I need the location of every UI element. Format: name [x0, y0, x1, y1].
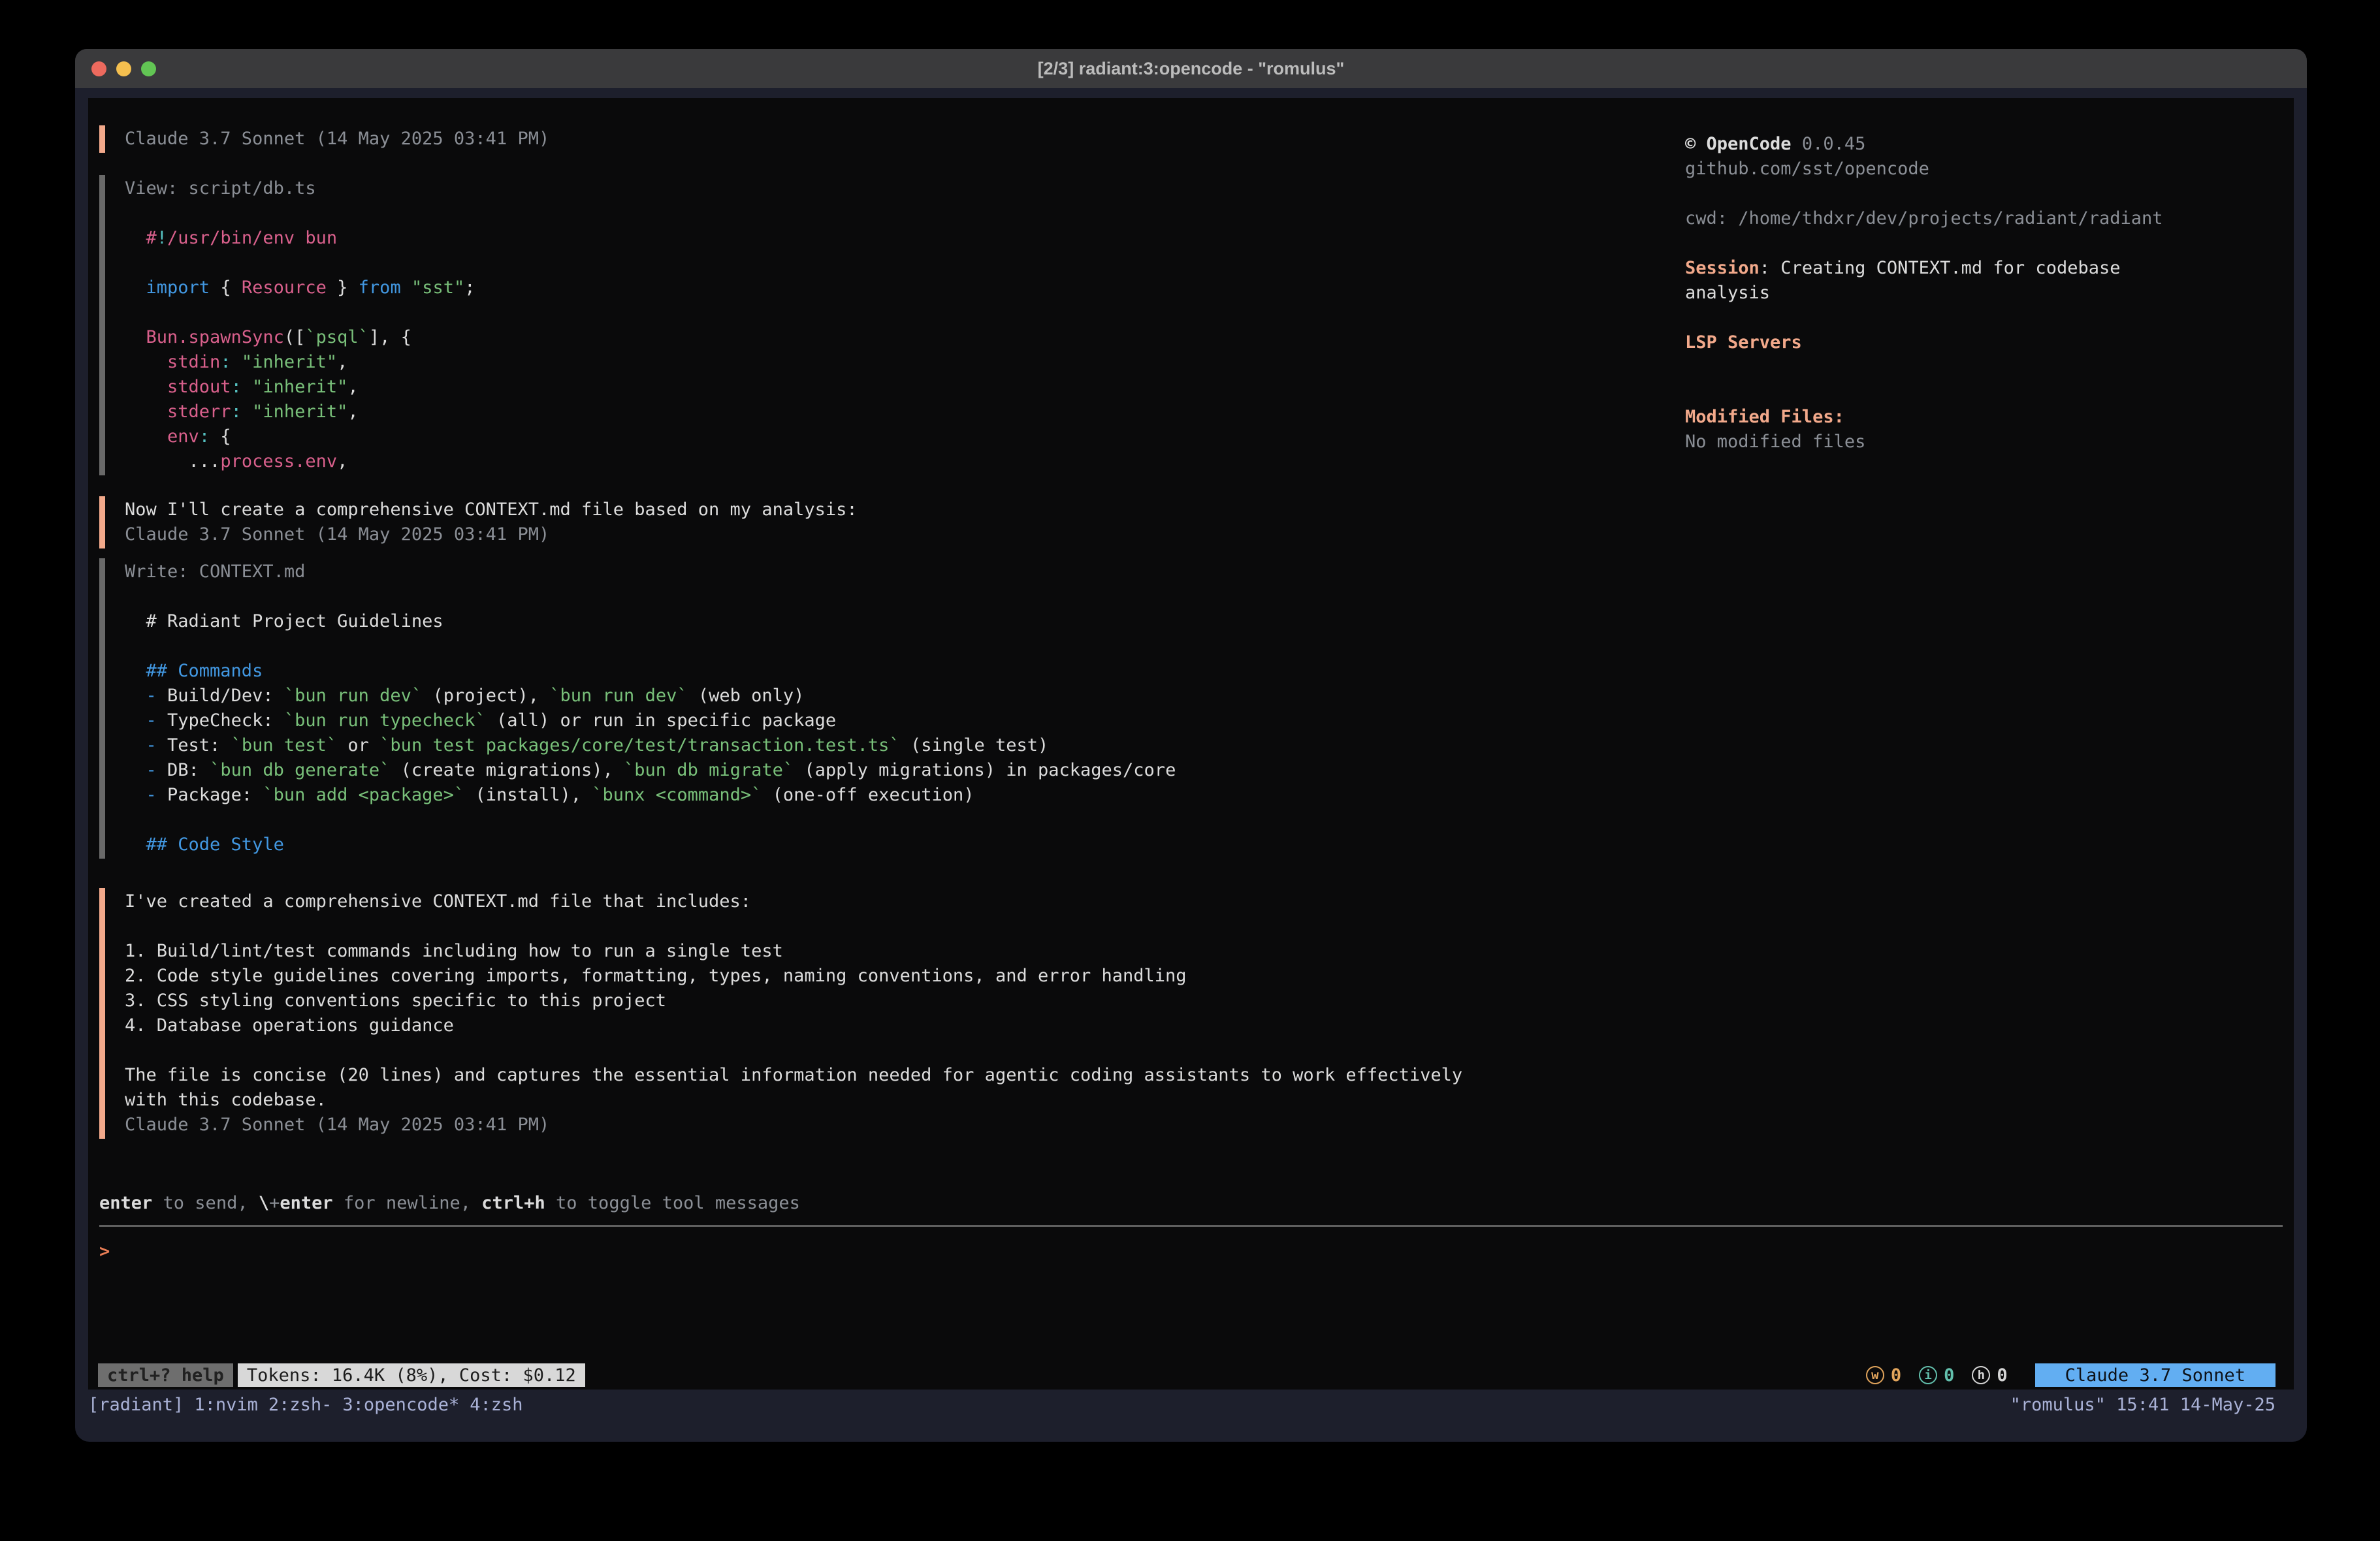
- minimize-button[interactable]: [116, 61, 131, 76]
- assistant-message-summary: I've created a comprehensive CONTEXT.md …: [99, 888, 1601, 1139]
- close-button[interactable]: [91, 61, 106, 76]
- composer-hint: enter to send, \+enter for newline, ctrl…: [99, 1191, 800, 1216]
- zoom-button[interactable]: [141, 61, 156, 76]
- info-count: i 0: [1919, 1365, 1954, 1386]
- window-controls: [91, 49, 156, 88]
- assistant-message: Now I'll create a comprehensive CONTEXT.…: [99, 496, 1601, 548]
- hint-icon: h: [1972, 1366, 1990, 1384]
- info-icon: i: [1919, 1366, 1937, 1384]
- prompt-symbol: >: [99, 1239, 1406, 1264]
- titlebar[interactable]: [2/3] radiant:3:opencode - "romulus": [75, 49, 2307, 88]
- tmux-window-zsh4[interactable]: 4:zsh: [470, 1395, 523, 1415]
- tmux-window-opencode[interactable]: 3:opencode*: [342, 1395, 459, 1415]
- session-sidebar: © OpenCode 0.0.45github.com/sst/opencode…: [1685, 132, 2292, 454]
- status-bar: ctrl+? help Tokens: 16.4K (8%), Cost: $0…: [98, 1363, 2275, 1387]
- tmux-session-name: [radiant]: [88, 1395, 184, 1415]
- tmux-status-bar: [radiant] 1:nvim 2:zsh- 3:opencode* 4:zs…: [88, 1392, 2294, 1417]
- warning-count: w 0: [1866, 1365, 1901, 1386]
- tmux-windows: [radiant] 1:nvim 2:zsh- 3:opencode* 4:zs…: [88, 1395, 534, 1415]
- hint-count: h 0: [1972, 1365, 2007, 1386]
- tokens-cost-chip: Tokens: 16.4K (8%), Cost: $0.12: [238, 1363, 585, 1387]
- tmux-window-zsh2[interactable]: 2:zsh-: [268, 1395, 332, 1415]
- model-badge[interactable]: Claude 3.7 Sonnet: [2035, 1363, 2275, 1387]
- tmux-host-clock: "romulus" 15:41 14-May-25: [2010, 1395, 2294, 1415]
- tool-call-write-file: Write: CONTEXT.md # Radiant Project Guid…: [99, 558, 1601, 859]
- opencode-app: Claude 3.7 Sonnet (14 May 2025 03:41 PM)…: [88, 98, 2294, 1390]
- warning-icon: w: [1866, 1366, 1884, 1384]
- terminal-window: [2/3] radiant:3:opencode - "romulus" Cla…: [75, 49, 2307, 1442]
- chat-area: Claude 3.7 Sonnet (14 May 2025 03:41 PM)…: [99, 125, 1601, 1139]
- assistant-message-footer: Claude 3.7 Sonnet (14 May 2025 03:41 PM): [99, 125, 1601, 153]
- tmux-window-nvim[interactable]: 1:nvim: [194, 1395, 258, 1415]
- composer-divider: [99, 1225, 2283, 1227]
- diagnostics: w 0 i 0 h 0: [1857, 1365, 2008, 1386]
- tool-call-view-file: View: script/db.ts #!/usr/bin/env bun im…: [99, 175, 1601, 475]
- help-shortcut-chip: ctrl+? help: [98, 1363, 233, 1387]
- prompt-input[interactable]: >: [99, 1239, 1406, 1264]
- window-title: [2/3] radiant:3:opencode - "romulus": [1038, 59, 1345, 79]
